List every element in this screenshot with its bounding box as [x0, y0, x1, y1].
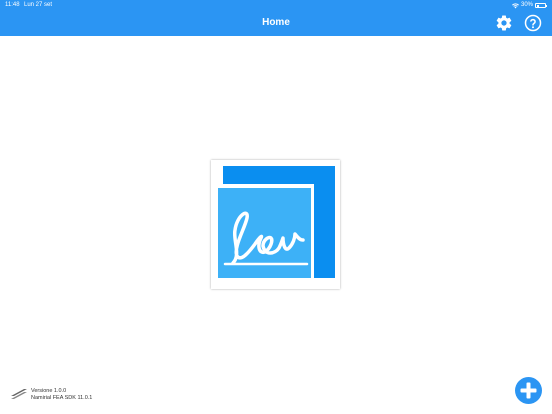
settings-button[interactable] [495, 14, 513, 32]
add-document-button[interactable] [515, 377, 542, 404]
battery-percent: 30% [520, 2, 533, 8]
namirial-logo-icon [11, 389, 27, 399]
gear-icon [496, 15, 512, 31]
home-screen: 11:48 Lun 27 set 30% Home Versione 1.0.0… [0, 0, 552, 414]
version-text: Versione 1.0.0 Namirial FEA SDK 11.0.1 [31, 388, 92, 402]
status-date: Lun 27 set [24, 2, 53, 8]
plus-icon [520, 382, 537, 399]
status-bar: 11:48 Lun 27 set 30% [0, 0, 552, 11]
app-version: Versione 1.0.0 [31, 388, 67, 394]
help-button[interactable] [524, 14, 542, 32]
version-info: Versione 1.0.0 Namirial FEA SDK 11.0.1 [11, 388, 92, 402]
wifi-icon [511, 2, 519, 8]
battery-level [536, 4, 540, 7]
status-time: 11:48 [5, 2, 20, 8]
app-logo [211, 160, 340, 289]
battery-icon [535, 3, 547, 8]
page-title: Home [262, 17, 290, 28]
sdk-version: Namirial FEA SDK 11.0.1 [31, 395, 93, 401]
signature-logo-icon [214, 166, 335, 282]
status-right: 30% [511, 0, 547, 11]
navigation-bar: Home [0, 11, 552, 36]
question-mark-icon [524, 14, 542, 32]
